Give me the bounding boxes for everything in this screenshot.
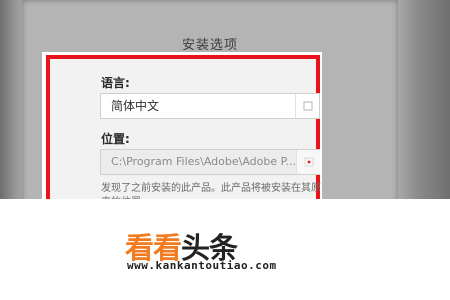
dialog-title: 安装选项 [181, 38, 238, 53]
watermark-url: www.kankantoutiao.com [127, 259, 277, 272]
location-field: C:\Program Files\Adobe\Adobe P... [100, 149, 320, 175]
location-label: 位置: [101, 132, 130, 146]
checkbox-icon [303, 101, 312, 111]
language-value: 简体中文 [111, 99, 160, 113]
language-label: 语言: [101, 76, 130, 90]
folder-icon [304, 157, 313, 167]
language-select[interactable]: 简体中文 [100, 93, 320, 119]
browse-folder-button[interactable] [296, 150, 320, 174]
location-value: C:\Program Files\Adobe\Adobe P... [111, 155, 297, 168]
language-dropdown-button[interactable] [295, 94, 319, 118]
